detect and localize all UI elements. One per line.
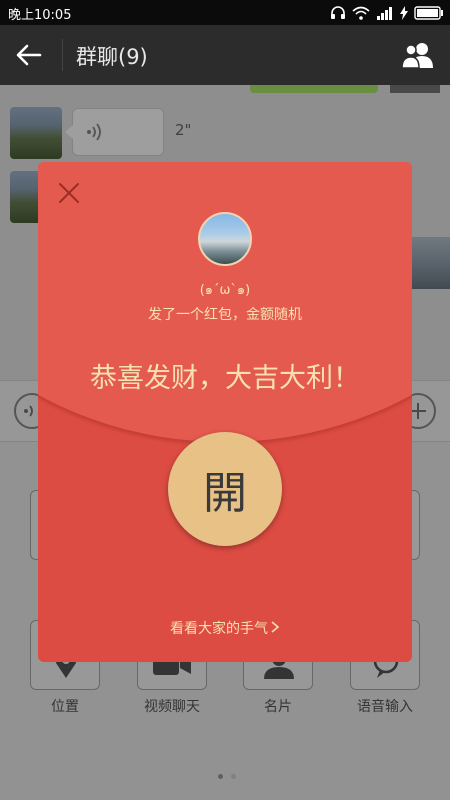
back-button[interactable] (14, 41, 44, 69)
headphones-icon (331, 5, 345, 19)
wifi-icon (352, 6, 370, 20)
title-divider (62, 39, 63, 71)
status-icons (330, 3, 444, 22)
charging-icon (400, 5, 408, 20)
group-people-icon (401, 43, 433, 69)
chevron-right-icon (271, 621, 280, 633)
battery-icon (414, 5, 443, 20)
close-button[interactable] (56, 180, 82, 206)
group-members-button[interactable] (400, 40, 436, 70)
red-packet-modal: (๑´ω`๑) 发了一个红包，金额随机 恭喜发财，大吉大利！ 開 看看大家的手气 (38, 162, 412, 662)
red-packet-greeting: 恭喜发财，大吉大利！ (90, 363, 360, 394)
sender-name: (๑´ω`๑) (199, 283, 251, 298)
sender-avatar (198, 212, 252, 266)
signal-icon (377, 6, 392, 20)
close-icon (59, 183, 79, 203)
red-packet-subtitle: 发了一个红包，金额随机 (148, 307, 302, 323)
title-bar: 群聊(9) (0, 25, 450, 85)
see-all-label: 看看大家的手气 (170, 621, 268, 637)
status-bar: 晚上10:05 (0, 0, 450, 25)
status-time: 晚上10:05 (8, 8, 72, 23)
open-button-label: 開 (203, 468, 247, 519)
open-red-packet-button[interactable]: 開 (168, 432, 282, 546)
arrow-left-icon (16, 44, 42, 66)
see-all-luck-link[interactable]: 看看大家的手气 (38, 618, 412, 638)
red-packet-flap (38, 162, 412, 442)
page-title: 群聊(9) (76, 45, 148, 69)
